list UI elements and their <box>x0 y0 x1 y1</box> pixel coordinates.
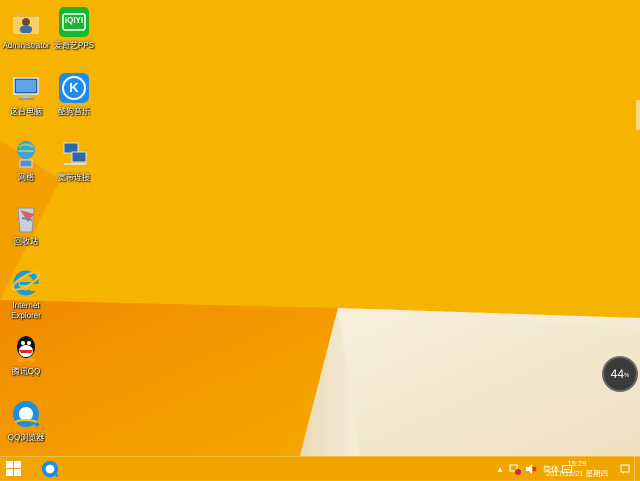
clock-time: 15:29 <box>567 459 587 468</box>
speed-unit: % <box>624 373 630 379</box>
desktop-icon-label: 爱奇艺PPS <box>53 41 94 50</box>
windows-logo-icon <box>6 461 13 468</box>
show-hidden-icons-button[interactable]: ▲ <box>495 457 505 481</box>
desktop-icon-recycle-bin[interactable]: 回收站 <box>0 198 52 258</box>
windows-logo-icon <box>6 469 13 476</box>
kugou-logo-text: K <box>69 80 79 95</box>
desktop-icon-this-pc[interactable]: 这台电脑 <box>0 68 52 128</box>
clock-date: 2017/12/21 星期四 <box>545 469 609 478</box>
volume-icon[interactable] <box>524 457 538 481</box>
desktop-icon-internet-explorer[interactable]: Internet Explorer <box>0 262 52 322</box>
network-speed-widget[interactable]: 44% <box>602 356 638 392</box>
desktop-icon-kugou-music[interactable]: K 酷狗音乐 <box>48 68 100 128</box>
kugou-icon: K <box>58 72 90 104</box>
chevron-up-icon: ▲ <box>496 464 504 474</box>
windows-logo-icon <box>14 461 21 468</box>
desktop-icon-tencent-qq[interactable]: 腾讯QQ <box>0 328 52 388</box>
desktop-icon-administrator[interactable]: Administrator <box>0 2 52 62</box>
qq-browser-icon <box>10 398 42 430</box>
iqiyi-logo-text: iQIYI <box>64 16 84 25</box>
desktop-icon-label: 酷狗音乐 <box>58 107 90 116</box>
desktop-icon-broadband[interactable]: 宽带连接 <box>48 134 100 194</box>
desktop-icon-label: Internet Explorer <box>11 301 41 320</box>
network-icon <box>10 138 42 170</box>
iqiyi-icon: iQIYI <box>58 6 90 38</box>
system-clock[interactable]: 15:29 2017/12/21 星期四 <box>542 459 612 479</box>
taskbar: ▲ 简体 15:29 2017/12/21 星期四 <box>0 456 640 481</box>
internet-explorer-icon <box>10 266 42 298</box>
show-desktop-button[interactable] <box>634 457 640 481</box>
desktop-icon-label: QQ浏览器 <box>7 433 45 442</box>
desktop-icon-label: 腾讯QQ <box>11 367 41 376</box>
desktop-icon-qq-browser[interactable]: QQ浏览器 <box>0 394 52 454</box>
broadband-icon <box>58 138 90 170</box>
taskbar-qq-browser[interactable] <box>38 458 62 480</box>
recycle-bin-icon <box>10 202 42 234</box>
network-status-icon[interactable] <box>508 457 522 481</box>
windows-logo-icon <box>14 469 21 476</box>
notification-icon[interactable] <box>618 457 632 481</box>
computer-icon <box>10 72 42 104</box>
desktop-icon-network[interactable]: 网络 <box>0 134 52 194</box>
qq-browser-icon <box>41 460 59 478</box>
qq-icon <box>10 332 42 364</box>
start-button[interactable] <box>6 461 22 477</box>
user-folder-icon <box>10 6 42 38</box>
speed-value: 44 <box>610 367 624 381</box>
desktop-icon-label: 回收站 <box>14 237 38 246</box>
desktop-icon-label: 宽带连接 <box>58 173 90 182</box>
desktop-icon-iqiyi-pps[interactable]: iQIYI 爱奇艺PPS <box>48 2 100 62</box>
